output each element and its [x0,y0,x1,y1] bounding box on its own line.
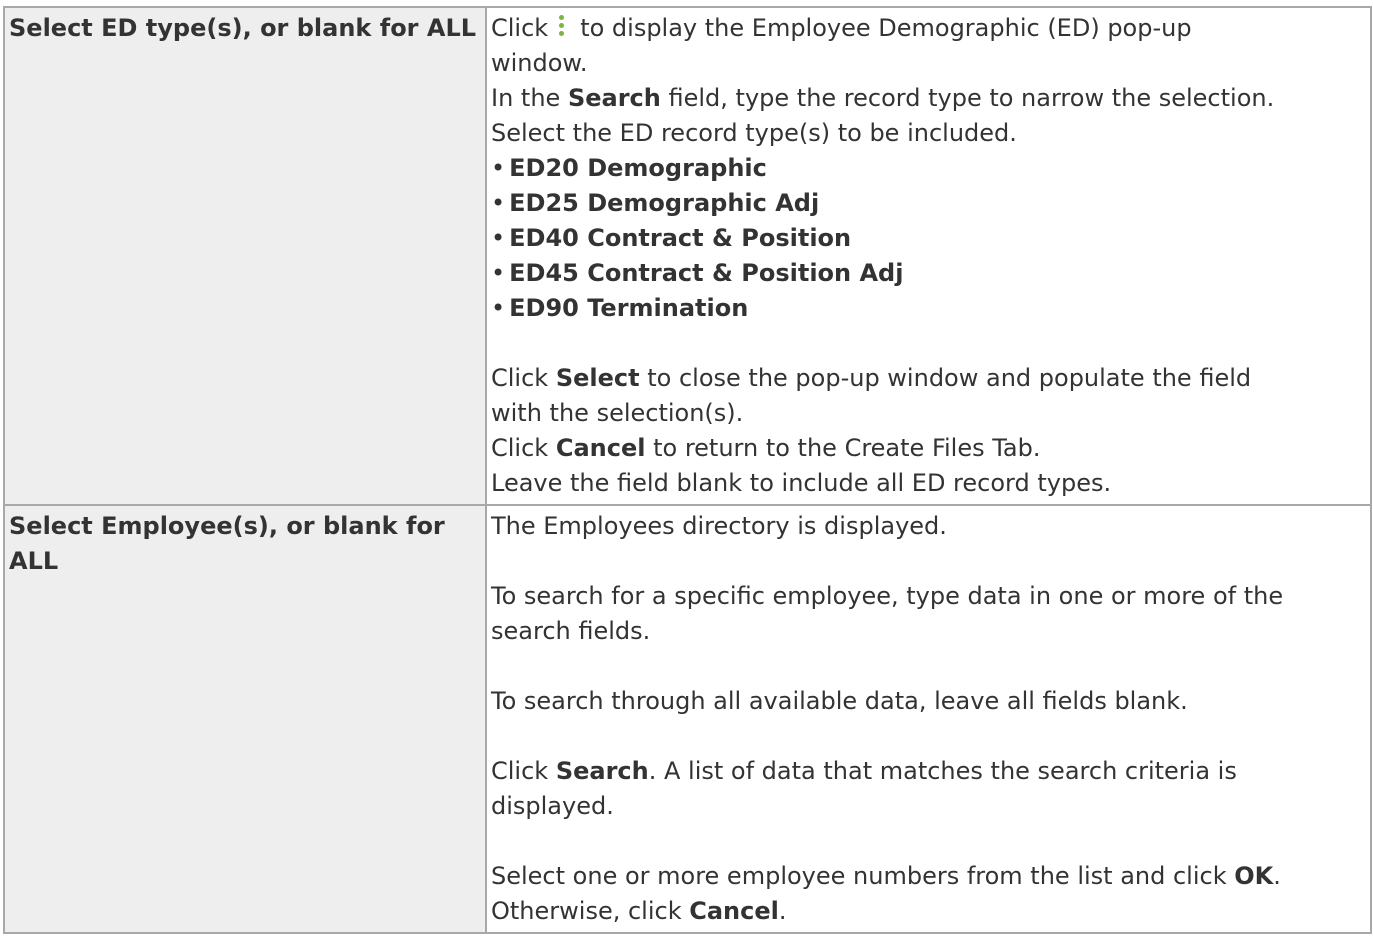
list-item-label: ED40 Contract & Position [509,224,852,252]
text-line: Otherwise, click Cancel. [491,894,1368,929]
text-fragment: . A list of data that matches the search… [648,757,1237,785]
table-row: Select ED type(s), or blank for ALL Clic… [3,6,1372,506]
text-fragment: Select one or more employee numbers from… [491,862,1227,890]
instructions-table: Select ED type(s), or blank for ALL Clic… [3,6,1372,934]
text-fragment: to display the Employee Demographic (ED)… [580,14,1192,42]
text-line: with the selection(s). [491,399,744,427]
text-fragment: In the [491,84,561,112]
text-fragment: to return to the Create Files Tab. [653,434,1041,462]
list-item: • ED45 Contract & Position Adj [491,259,904,287]
text-line: Select one or more employee numbers from… [491,859,1368,894]
text-line: Select the ED record type(s) to be inclu… [491,119,1017,147]
text-fragment: Click [491,14,549,42]
ui-term-ok: OK [1234,862,1274,890]
text-fragment: Click [491,434,549,462]
list-item-label: ED90 Termination [509,294,749,322]
list-item-label: ED25 Demographic Adj [509,189,820,217]
text-line: Leave the field blank to include all ED … [491,469,1112,497]
field-label-employee: Select Employee(s), or blank for ALL [3,504,487,934]
text-fragment: to close the pop-up window and populate … [647,364,1252,392]
ui-term-select: Select [555,364,640,392]
table-row: Select Employee(s), or blank for ALL The… [3,504,1372,934]
text-line: Click Select to close the pop-up window … [491,361,1368,396]
list-item-label: ED45 Contract & Position Adj [509,259,904,287]
list-item: • ED90 Termination [491,294,749,322]
field-description-employee: The Employees directory is displayed. To… [485,504,1372,934]
ui-term-cancel: Cancel [555,434,646,462]
text-line: search fields. [491,617,651,645]
text-line: window. [491,49,588,77]
field-description-ed-type: Click to display the Employee Demographic… [485,6,1372,506]
text-line: Click Cancel to return to the Create Fil… [491,431,1368,466]
text-line: displayed. [491,792,614,820]
ui-term-search: Search [555,757,649,785]
text-line: To search through all available data, le… [491,687,1188,715]
ui-term-cancel: Cancel [689,897,779,925]
text-line: Click Search. A list of data that matche… [491,754,1368,789]
list-item: • ED25 Demographic Adj [491,189,820,217]
text-fragment: Click [491,757,549,785]
ui-term-search: Search [567,84,661,112]
text-line: In the Search field, type the record typ… [491,81,1368,116]
text-fragment: field, type the record type to narrow th… [668,84,1275,112]
text-fragment: . [1273,862,1281,890]
text-line: The Employees directory is displayed. [491,512,947,540]
list-item: • ED40 Contract & Position [491,224,852,252]
text-fragment: . [778,897,787,925]
text-fragment: Otherwise, click [491,897,682,925]
text-line: Click to display the Employee Demographic… [491,11,1368,46]
list-item-label: ED20 Demographic [509,154,767,182]
list-item: • ED20 Demographic [491,154,767,182]
text-line: To search for a specific employee, type … [491,582,1284,610]
field-label-ed-type: Select ED type(s), or blank for ALL [3,6,487,506]
text-fragment: Click [491,364,549,392]
vertical-ellipsis-icon[interactable] [558,14,566,38]
